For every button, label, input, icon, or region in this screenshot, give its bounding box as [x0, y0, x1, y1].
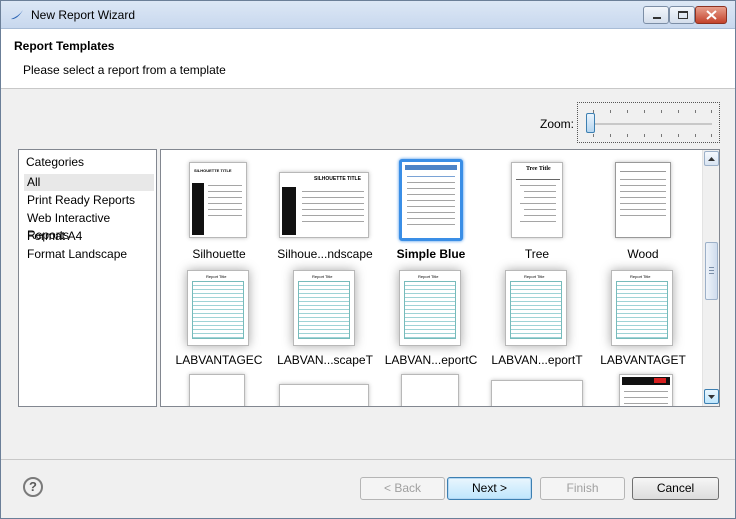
footer-separator: [1, 459, 735, 460]
scroll-thumb[interactable]: [705, 242, 718, 300]
template-label: LABVAN...eportT: [491, 353, 583, 367]
gallery-scrollbar[interactable]: [702, 150, 719, 406]
page-title: Report Templates: [14, 39, 115, 53]
category-all[interactable]: All: [24, 174, 154, 191]
thumbnail-header-bar: [405, 165, 457, 170]
template-thumbnail: Report Title: [293, 270, 355, 346]
category-format-a4[interactable]: Format A4: [24, 228, 154, 245]
template-label: Wood: [627, 247, 659, 261]
minimize-icon: [653, 17, 661, 19]
wizard-window: New Report Wizard Report Templates Pleas…: [0, 0, 736, 519]
thumbnail-table: [616, 281, 668, 339]
template-label: LABVAN...eportC: [384, 353, 478, 367]
zoom-track: [590, 123, 712, 125]
thumbnail-title: Report Title: [630, 274, 651, 279]
thumbnail-title: Tree Title: [526, 166, 551, 172]
category-web-interactive-reports[interactable]: Web Interactive Reports: [24, 210, 154, 242]
template-gallery: SILHOUETTE TITLE Silhouette SILHOUETTE T…: [160, 149, 720, 407]
chevron-up-icon: [708, 157, 715, 161]
silhouette-image: [192, 183, 204, 235]
template-thumbnail-selected: [399, 159, 463, 241]
template-label: Simple Blue: [396, 247, 466, 261]
scroll-down-button[interactable]: [704, 389, 719, 404]
zoom-slider[interactable]: [577, 102, 720, 143]
silhouette-image: [282, 187, 296, 235]
maximize-button[interactable]: [669, 6, 695, 24]
next-button[interactable]: Next >: [447, 477, 532, 500]
template-thumbnail: Report Title: [187, 270, 249, 346]
cancel-button[interactable]: Cancel: [632, 477, 719, 500]
thumbnail-title: SILHOUETTE TITLE: [194, 168, 232, 173]
finish-button[interactable]: Finish: [540, 477, 625, 500]
thumbnail-title: Report Title: [312, 274, 333, 279]
template-tree[interactable]: Tree Title Tree: [487, 160, 587, 264]
template-thumbnail: Report Title: [611, 270, 673, 346]
template-thumbnail: SILHOUETTE TITLE: [279, 172, 369, 238]
template-thumbnail[interactable]: [401, 374, 459, 406]
thumbnail-table: [192, 281, 244, 339]
template-labvantaget[interactable]: Report Title LABVANTAGET: [593, 266, 693, 370]
template-thumbnail: Tree Title: [511, 162, 563, 238]
thumbnail-accent: [654, 378, 666, 383]
template-silhouette[interactable]: SILHOUETTE TITLE Silhouette: [169, 160, 269, 264]
template-thumbnail: SILHOUETTE TITLE: [189, 162, 247, 238]
page-description: Please select a report from a template: [23, 63, 226, 77]
template-label: Silhouette: [192, 247, 246, 261]
app-icon: [11, 10, 23, 20]
template-thumbnail: Report Title: [399, 270, 461, 346]
thumbnail-title: Report Title: [524, 274, 545, 279]
thumbnail-title: SILHOUETTE TITLE: [314, 176, 361, 182]
template-label: LABVANTAGEC: [175, 353, 263, 367]
help-icon[interactable]: ?: [23, 477, 43, 497]
template-thumbnail[interactable]: [189, 374, 245, 406]
category-format-landscape[interactable]: Format Landscape: [24, 246, 154, 263]
template-simple-blue[interactable]: Simple Blue: [381, 159, 481, 264]
back-button[interactable]: < Back: [360, 477, 445, 500]
template-thumbnail[interactable]: [491, 380, 583, 406]
template-thumbnail: Report Title: [505, 270, 567, 346]
thumbnail-table: [404, 281, 456, 339]
template-thumbnail[interactable]: [619, 374, 673, 406]
template-thumbnail: [615, 162, 671, 238]
thumbnail-table: [298, 281, 350, 339]
thumbnail-title: Report Title: [206, 274, 227, 279]
template-labvantage-reportt[interactable]: Report Title LABVAN...eportT: [487, 266, 587, 370]
category-print-ready-reports[interactable]: Print Ready Reports: [24, 192, 154, 209]
scroll-up-button[interactable]: [704, 151, 719, 166]
thumbnail-table: [510, 281, 562, 339]
close-icon: [706, 10, 717, 20]
zoom-label: Zoom:: [540, 117, 575, 131]
template-silhouette-landscape[interactable]: SILHOUETTE TITLE Silhoue...ndscape: [275, 160, 375, 264]
template-label: Silhoue...ndscape: [277, 247, 373, 261]
template-labvantagec[interactable]: Report Title LABVANTAGEC: [169, 266, 269, 370]
template-label: LABVAN...scapeT: [277, 353, 373, 367]
maximize-icon: [678, 11, 688, 19]
chevron-down-icon: [708, 395, 715, 399]
template-labvantage-landscape[interactable]: Report Title LABVAN...scapeT: [275, 266, 375, 370]
categories-header: Categories: [26, 155, 85, 169]
wizard-header: Report Templates Please select a report …: [1, 29, 735, 89]
close-button[interactable]: [695, 6, 727, 24]
template-wood[interactable]: Wood: [593, 160, 693, 264]
window-title: New Report Wizard: [31, 8, 136, 22]
template-thumbnail[interactable]: [279, 384, 369, 406]
template-labvantage-reportc[interactable]: Report Title LABVAN...eportC: [381, 266, 481, 370]
template-label: Tree: [524, 247, 550, 261]
title-bar: New Report Wizard: [1, 1, 735, 29]
categories-list: Categories All Print Ready Reports Web I…: [18, 149, 157, 407]
template-label: LABVANTAGET: [600, 353, 686, 367]
thumbnail-title: Report Title: [418, 274, 439, 279]
minimize-button[interactable]: [643, 6, 669, 24]
zoom-thumb[interactable]: [586, 113, 595, 133]
